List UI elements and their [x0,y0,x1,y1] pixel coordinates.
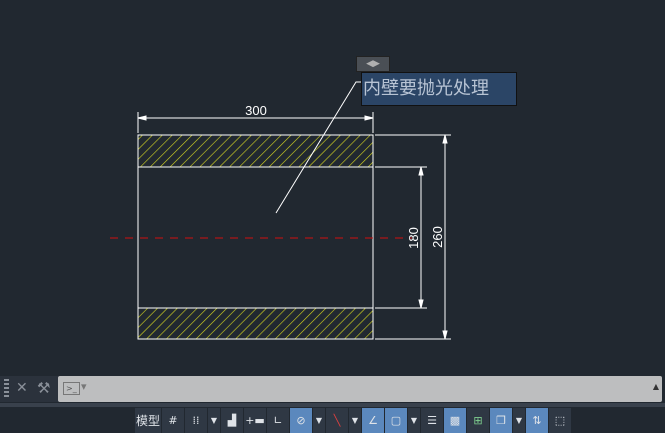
expand-history-icon[interactable]: ▲ [653,382,659,391]
wrench-icon[interactable]: ⚒ [37,379,50,397]
dynamic-input-button[interactable]: +▬ [244,408,266,433]
object-snap-button[interactable]: ▢ [385,408,407,433]
dimension-outer-height-text: 260 [430,226,445,248]
selection-filter-button[interactable]: ⬚ [549,408,571,433]
3d-osnap-dropdown[interactable]: ▼ [513,408,525,433]
model-tab-button[interactable]: 模型 [135,408,161,433]
infer-constraints-button[interactable]: ▟ [221,408,243,433]
object-snap-dropdown[interactable]: ▼ [408,408,420,433]
ortho-button[interactable]: ∟ [267,408,289,433]
selection-cycling-button[interactable]: ⊞ [467,408,489,433]
annotation-arrows-grip[interactable]: ◀▶ [356,56,390,72]
isodraft-dropdown[interactable]: ▼ [349,408,361,433]
hatch-bottom [137,307,374,340]
divider [0,403,665,407]
polar-dropdown[interactable]: ▼ [313,408,325,433]
grip-icon[interactable] [4,379,9,399]
close-icon[interactable]: ✕ [16,380,28,396]
snap-button[interactable]: ⁞⁞ [185,408,207,433]
dimension-width-text: 300 [245,103,267,118]
transparency-button[interactable]: ▩ [444,408,466,433]
3d-osnap-button[interactable]: ❒ [490,408,512,433]
command-line-handle[interactable]: ✕ ⚒ [0,376,58,402]
polar-tracking-button[interactable]: ⊘ [290,408,312,433]
dimension-inner-height-text: 180 [406,227,421,249]
dynamic-ucs-button[interactable]: ⇅ [526,408,548,433]
drawing-canvas[interactable]: 300 260 180 [0,0,665,372]
annotation-text[interactable]: 内壁要抛光处理 [361,72,517,106]
hatch-top [137,134,374,168]
isodraft-button[interactable]: ╲ [326,408,348,433]
snap-dropdown[interactable]: ▼ [208,408,220,433]
status-bar: 模型 # ⁞⁞ ▼ ▟ +▬ ∟ ⊘ ▼ ╲ ▼ ∠ ▢ ▼ ☰ ▩ ⊞ ❒ ▼… [135,408,665,433]
object-snap-tracking-button[interactable]: ∠ [362,408,384,433]
command-input[interactable]: >_ ▾ ▲ [58,376,662,402]
chevron-down-icon[interactable]: ▾ [81,380,87,393]
grid-button[interactable]: # [162,408,184,433]
lineweight-button[interactable]: ☰ [421,408,443,433]
command-prompt-icon[interactable]: >_ [63,382,80,395]
